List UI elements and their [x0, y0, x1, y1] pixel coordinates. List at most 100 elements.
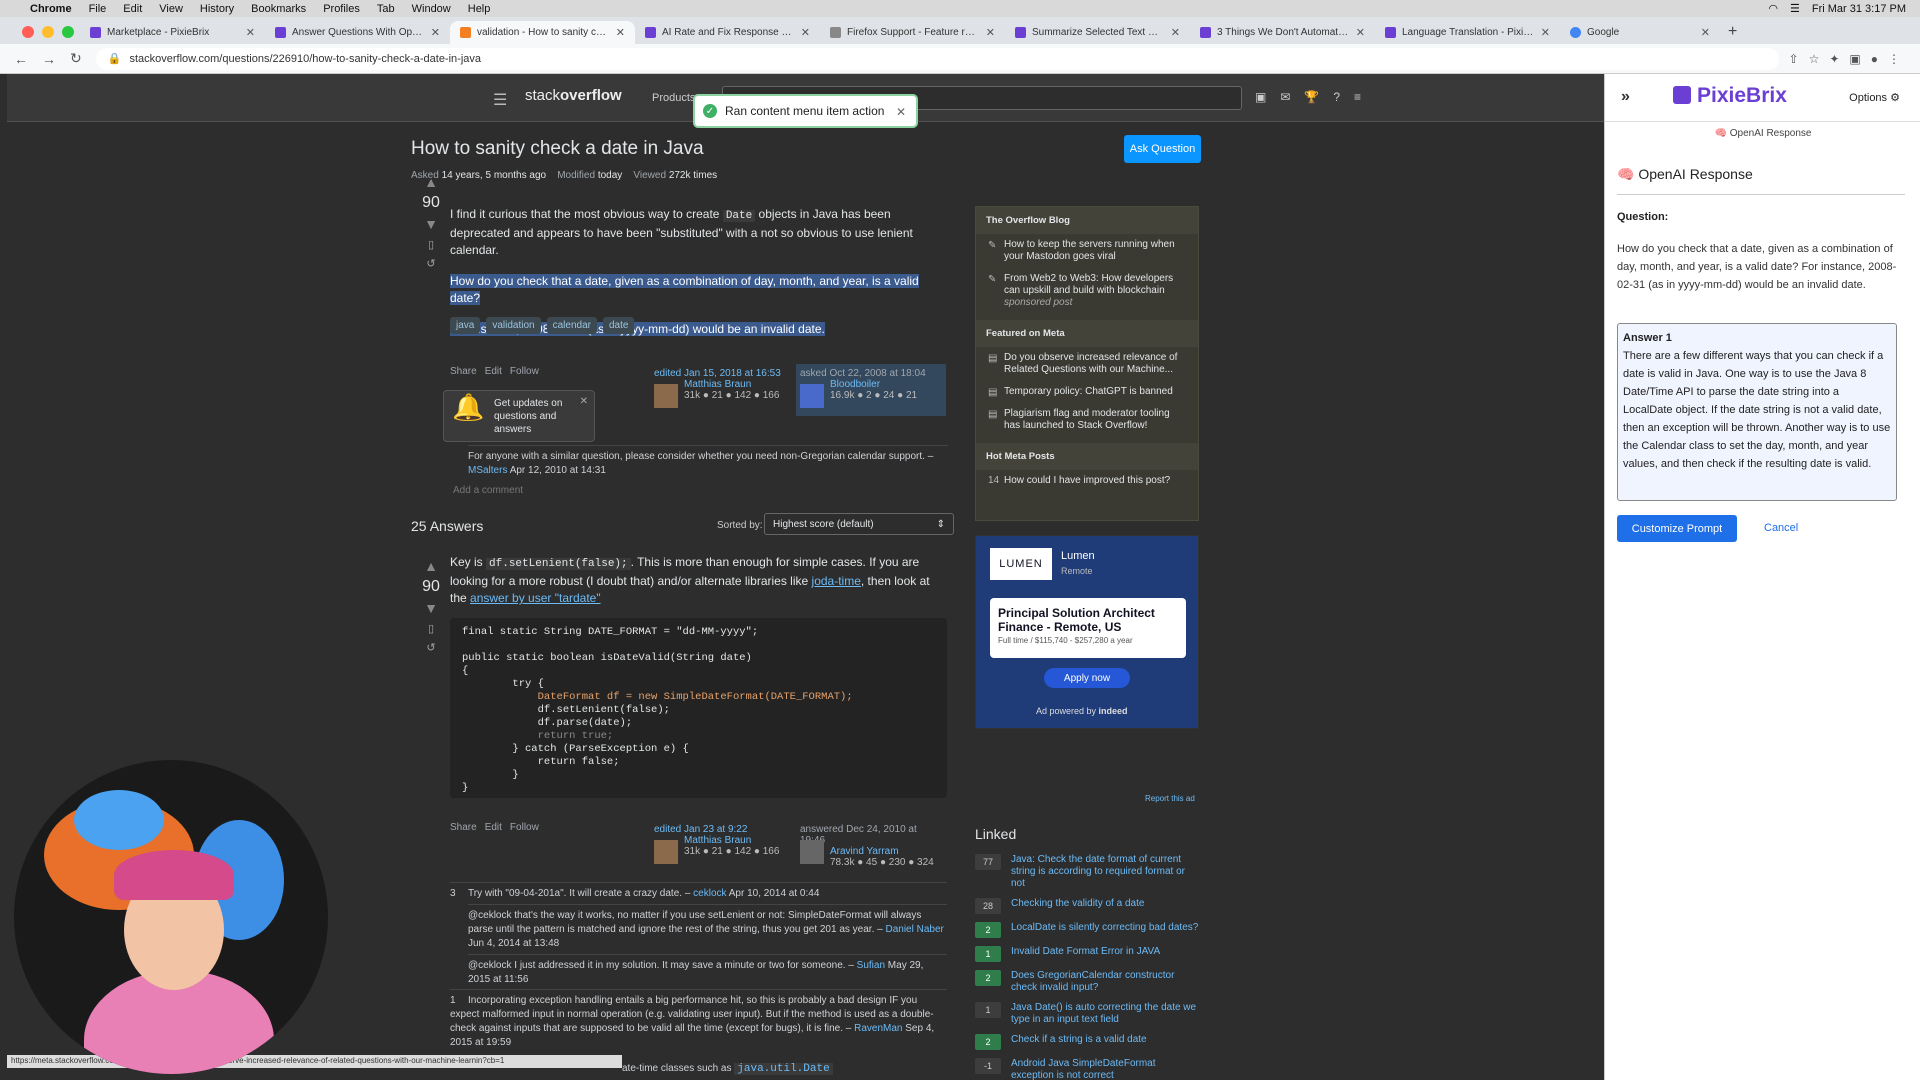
- lock-icon[interactable]: 🔒: [108, 52, 122, 65]
- linked-item[interactable]: -1 Android Java SimpleDateFormat exceptio…: [975, 1058, 1199, 1080]
- comment-user[interactable]: Sufian: [857, 960, 885, 971]
- meta-item[interactable]: ▤ Temporary policy: ChatGPT is banned: [976, 381, 1198, 403]
- stackoverflow-logo[interactable]: stackoverflow: [525, 87, 622, 104]
- site-switcher-icon[interactable]: ≡: [1354, 90, 1361, 104]
- avatar[interactable]: [800, 384, 824, 408]
- options-button[interactable]: Options ⚙: [1849, 91, 1900, 104]
- linked-title[interactable]: LocalDate is silently correcting bad dat…: [1011, 922, 1198, 938]
- avatar[interactable]: [654, 384, 678, 408]
- menu-history[interactable]: History: [200, 3, 234, 15]
- asker-name[interactable]: Bloodboiler: [830, 379, 942, 390]
- selected-text[interactable]: How do you check that a date, given as a…: [450, 274, 919, 305]
- tab[interactable]: Firefox Support - Feature requ ✕: [820, 21, 1005, 44]
- menu-tab[interactable]: Tab: [377, 3, 395, 15]
- linked-item[interactable]: 1 Java Date() is auto correcting the date…: [975, 1002, 1199, 1026]
- close-tab-icon[interactable]: ✕: [431, 26, 440, 39]
- ask-question-button[interactable]: Ask Question: [1124, 135, 1201, 163]
- comment-user[interactable]: MSalters: [468, 465, 507, 476]
- history-icon[interactable]: ↺: [411, 641, 451, 654]
- linked-title[interactable]: Java Date() is auto correcting the date …: [1011, 1002, 1199, 1026]
- linked-title[interactable]: Does GregorianCalendar constructor check…: [1011, 970, 1199, 994]
- sort-select[interactable]: Highest score (default) ⇕: [764, 513, 954, 535]
- panel-tab[interactable]: 🧠 OpenAI Response: [1605, 128, 1920, 139]
- meta-item[interactable]: ▤ Plagiarism flag and moderator tooling h…: [976, 403, 1198, 437]
- ad-job-card[interactable]: Principal Solution Architect Finance - R…: [990, 598, 1186, 658]
- sidepanel-icon[interactable]: ▣: [1849, 52, 1860, 66]
- linked-title[interactable]: Invalid Date Format Error in JAVA: [1011, 946, 1160, 962]
- hamburger-icon[interactable]: ☰: [493, 90, 507, 110]
- linked-title[interactable]: Checking the validity of a date: [1011, 898, 1144, 914]
- linked-item[interactable]: 1 Invalid Date Format Error in JAVA: [975, 946, 1199, 962]
- back-icon[interactable]: ←: [14, 51, 28, 67]
- hot-meta-item[interactable]: 14 How could I have improved this post?: [976, 470, 1198, 492]
- linked-title[interactable]: Android Java SimpleDateFormat exception …: [1011, 1058, 1199, 1080]
- menu-bookmarks[interactable]: Bookmarks: [251, 3, 306, 15]
- answer-link[interactable]: answer by user "tardate": [470, 591, 601, 605]
- reload-icon[interactable]: ↻: [70, 50, 82, 67]
- close-tab-icon[interactable]: ✕: [1541, 26, 1550, 39]
- linked-title[interactable]: Java: Check the date format of current s…: [1011, 854, 1199, 890]
- history-icon[interactable]: ↺: [411, 257, 451, 270]
- comment-user[interactable]: RavenMan: [854, 1023, 902, 1034]
- blog-item[interactable]: ✎ How to keep the servers running when yo…: [976, 234, 1198, 268]
- chrome-menu-icon[interactable]: ⋮: [1888, 52, 1900, 66]
- close-tab-icon[interactable]: ✕: [1356, 26, 1365, 39]
- tab[interactable]: AI Rate and Fix Response - Pix ✕: [635, 21, 820, 44]
- tab[interactable]: Summarize Selected Text with ✕: [1005, 21, 1190, 44]
- question-title[interactable]: How to sanity check a date in Java: [411, 138, 704, 160]
- linked-title[interactable]: Check if a string is a valid date: [1011, 1034, 1147, 1050]
- follow-link[interactable]: Follow: [510, 822, 539, 833]
- bookmark-star-icon[interactable]: ☆: [1809, 52, 1820, 66]
- edited-date[interactable]: edited Jan 23 at 9:22: [654, 824, 796, 835]
- editor-name[interactable]: Matthias Braun: [684, 379, 796, 390]
- control-center-icon[interactable]: ☰: [1790, 2, 1800, 15]
- tab-active[interactable]: validation - How to sanity chec ✕: [450, 21, 635, 44]
- tag-java[interactable]: java: [450, 317, 481, 334]
- tab[interactable]: Google ✕: [1560, 21, 1720, 44]
- menu-help[interactable]: Help: [468, 3, 491, 15]
- close-tab-icon[interactable]: ✕: [1701, 26, 1710, 39]
- downvote-icon[interactable]: ▼: [411, 216, 451, 232]
- job-ad[interactable]: LUMEN Lumen Remote Principal Solution Ar…: [975, 535, 1199, 729]
- upvote-icon[interactable]: ▲: [411, 174, 451, 190]
- code-block[interactable]: final static String DATE_FORMAT = "dd-MM…: [450, 618, 947, 798]
- new-tab-icon[interactable]: +: [1728, 23, 1737, 44]
- blog-item[interactable]: ✎ From Web2 to Web3: How developers can u…: [976, 268, 1198, 314]
- inline-code-link[interactable]: java.util.Date: [734, 1063, 833, 1075]
- menu-edit[interactable]: Edit: [123, 3, 142, 15]
- bookmark-icon[interactable]: ▯: [411, 238, 451, 251]
- menu-app[interactable]: Chrome: [30, 3, 72, 15]
- comment-user[interactable]: ceklock: [693, 888, 726, 899]
- close-popup-icon[interactable]: ✕: [580, 395, 588, 408]
- follow-link[interactable]: Follow: [510, 366, 539, 377]
- upvote-icon[interactable]: ▲: [411, 558, 451, 574]
- tag-date[interactable]: date: [602, 317, 635, 334]
- tab[interactable]: Language Translation - PixieBr ✕: [1375, 21, 1560, 44]
- modified-value[interactable]: today: [598, 170, 622, 181]
- avatar[interactable]: [800, 840, 824, 864]
- tag-calendar[interactable]: calendar: [546, 317, 597, 334]
- inbox-icon[interactable]: ✉: [1280, 90, 1290, 104]
- cancel-button[interactable]: Cancel: [1764, 522, 1798, 534]
- minimize-window-button[interactable]: [42, 26, 54, 38]
- collapse-panel-icon[interactable]: »: [1621, 88, 1630, 106]
- report-ad-link[interactable]: Report this ad: [1145, 794, 1195, 803]
- share-link[interactable]: Share: [450, 822, 477, 833]
- menu-view[interactable]: View: [159, 3, 183, 15]
- add-comment-link[interactable]: Add a comment: [453, 485, 523, 496]
- close-tab-icon[interactable]: ✕: [986, 26, 995, 39]
- linked-item[interactable]: 2 LocalDate is silently correcting bad da…: [975, 922, 1199, 938]
- linked-item[interactable]: 2 Check if a string is a valid date: [975, 1034, 1199, 1050]
- products-link[interactable]: Products: [652, 92, 695, 104]
- edit-link[interactable]: Edit: [485, 366, 502, 377]
- url-bar[interactable]: 🔒 stackoverflow.com/questions/226910/how…: [95, 47, 1779, 70]
- meta-item[interactable]: ▤ Do you observe increased relevance of R…: [976, 347, 1198, 381]
- help-icon[interactable]: ?: [1333, 90, 1340, 104]
- wifi-icon[interactable]: ◠: [1768, 2, 1778, 15]
- profile-avatar-icon[interactable]: ●: [1871, 52, 1878, 66]
- menu-window[interactable]: Window: [412, 3, 451, 15]
- forward-icon[interactable]: →: [42, 51, 56, 67]
- edit-link[interactable]: Edit: [485, 822, 502, 833]
- comment-user[interactable]: Daniel Naber: [885, 924, 943, 935]
- linked-item[interactable]: 77 Java: Check the date format of current…: [975, 854, 1199, 890]
